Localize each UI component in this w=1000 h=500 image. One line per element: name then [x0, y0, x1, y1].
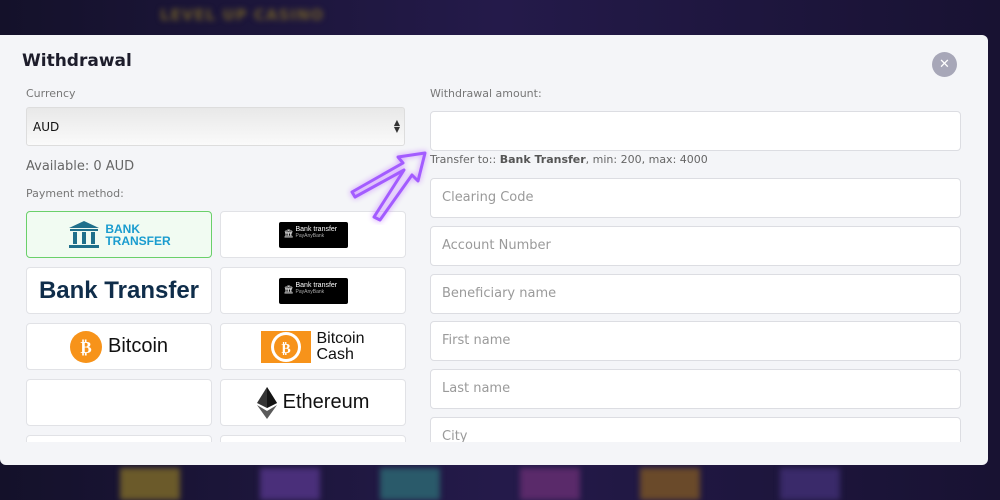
payanybank-logo: 🏛 Bank transfer PayAnyBank: [278, 277, 348, 304]
withdrawal-modal: Withdrawal ✕ Currency AUD ▲ ▼ Available: …: [0, 35, 988, 465]
currency-select[interactable]: AUD ▲ ▼: [26, 107, 405, 146]
method-tile[interactable]: [220, 435, 406, 442]
method-bitcoin-cash[interactable]: ₿ Bitcoin Cash: [220, 323, 406, 370]
method-bank-transfer-2[interactable]: Bank Transfer: [26, 267, 212, 314]
method-label: Bitcoin: [107, 335, 169, 357]
bitcoin-icon: ₿: [69, 330, 102, 363]
account-number-input[interactable]: Account Number: [430, 226, 961, 266]
clearing-code-input[interactable]: Clearing Code: [430, 178, 961, 218]
method-label: Bitcoin: [316, 329, 365, 347]
modal-title: Withdrawal: [22, 51, 132, 71]
method-label: TRANSFER: [105, 233, 171, 248]
payment-methods-list[interactable]: BANK TRANSFER 🏛 Bank transfer PayAnyBank B…: [26, 211, 406, 442]
currency-value: AUD: [33, 120, 60, 134]
banner-text: LEVEL UP CASINO: [160, 6, 325, 24]
bitcoin-cash-icon: ₿: [261, 330, 312, 363]
payanybank-logo: 🏛 Bank transfer PayAnyBank: [278, 221, 348, 248]
bank-icon: [69, 220, 100, 248]
method-label: BANK: [105, 221, 140, 236]
last-name-input[interactable]: Last name: [430, 369, 961, 409]
transfer-hint: Transfer to:: Bank Transfer, min: 200, m…: [430, 153, 708, 166]
method-label: Bank Transfer: [38, 276, 200, 304]
game-thumbnail: [120, 468, 180, 500]
svg-text:₿: ₿: [80, 338, 91, 358]
beneficiary-name-input[interactable]: Beneficiary name: [430, 274, 961, 314]
amount-input[interactable]: [430, 111, 961, 151]
method-payanybank-2[interactable]: 🏛 Bank transfer PayAnyBank: [220, 267, 406, 314]
game-thumbnail: [380, 468, 440, 500]
pointer-arrow-icon: [350, 151, 427, 222]
method-ethereum[interactable]: Ethereum: [220, 379, 406, 426]
first-name-input[interactable]: First name: [430, 321, 961, 361]
currency-label: Currency: [26, 87, 76, 100]
ethereum-icon: [256, 386, 277, 419]
city-input[interactable]: City: [430, 417, 961, 442]
method-label: Ethereum: [282, 391, 370, 413]
bank-icon: 🏛: [283, 284, 294, 294]
method-bank-transfer[interactable]: BANK TRANSFER: [26, 211, 212, 258]
method-tile[interactable]: [26, 435, 212, 442]
bank-icon: 🏛: [283, 228, 294, 238]
game-thumbnail: [780, 468, 840, 500]
close-icon: ✕: [939, 57, 950, 72]
method-bitcoin[interactable]: ₿ Bitcoin: [26, 323, 212, 370]
select-arrows-icon: ▲ ▼: [393, 118, 400, 134]
available-balance: Available: 0 AUD: [26, 159, 135, 174]
amount-label: Withdrawal amount:: [430, 87, 542, 100]
game-thumbnail: [260, 468, 320, 500]
payment-method-label: Payment method:: [26, 187, 124, 200]
close-button[interactable]: ✕: [932, 52, 957, 77]
method-label: Cash: [316, 345, 354, 363]
method-empty[interactable]: [26, 379, 212, 426]
game-thumbnail: [640, 468, 700, 500]
game-thumbnail: [520, 468, 580, 500]
svg-text:₿: ₿: [282, 341, 291, 357]
